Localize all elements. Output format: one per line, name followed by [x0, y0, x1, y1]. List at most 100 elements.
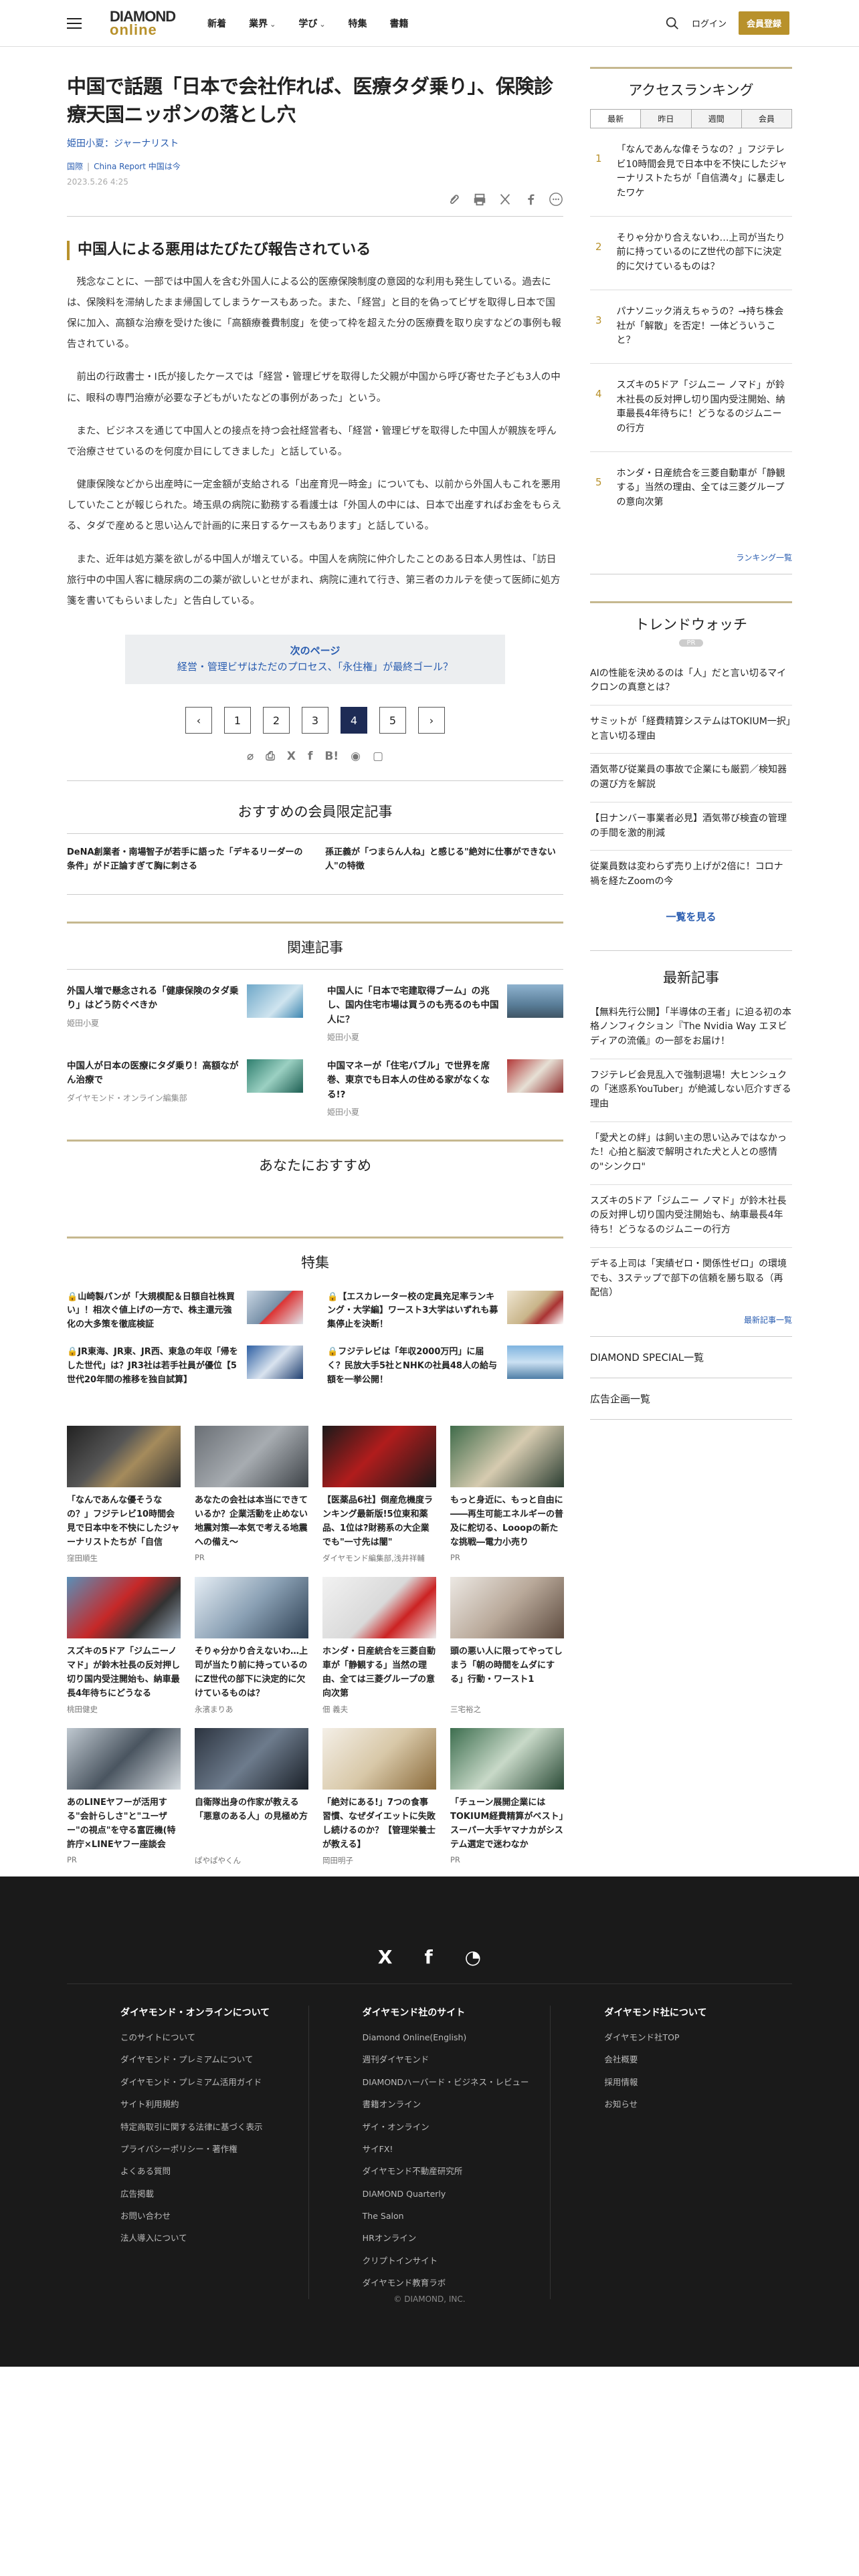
menu-icon[interactable]: [67, 17, 82, 29]
nav-books[interactable]: 書籍: [390, 17, 409, 30]
footer-link[interactable]: Diamond Online(English): [363, 2031, 551, 2044]
line-icon[interactable]: ◉: [351, 750, 361, 763]
register-button[interactable]: 会員登録: [738, 11, 789, 35]
ad-list-link[interactable]: 広告企画一覧: [590, 1378, 792, 1420]
footer-link[interactable]: このサイトについて: [120, 2031, 308, 2044]
trend-item[interactable]: 【日ナンバー事業者必見】酒気帯び検査の管理の手間を激的削減: [590, 802, 792, 851]
x-icon[interactable]: X: [287, 750, 296, 763]
footer-link[interactable]: The Salon: [363, 2210, 551, 2222]
facebook-icon[interactable]: f: [308, 750, 312, 763]
footer-link[interactable]: HRオンライン: [363, 2232, 551, 2244]
footer-link[interactable]: プライバシーポリシー・著作権: [120, 2143, 308, 2155]
footer-link[interactable]: DIAMOND Quarterly: [363, 2187, 551, 2200]
recommend-card[interactable]: 「チューン展開企業には TOKIUM経費精算がベスト」スーパー大手ヤマナカがシス…: [450, 1728, 564, 1866]
footer-link[interactable]: ザイ・オンライン: [363, 2121, 551, 2133]
footer-link[interactable]: お知らせ: [604, 2098, 792, 2111]
related-item[interactable]: 中国マネーが「住宅バブル」で世界を席巻、東京でも日本人の住める家がなくなる!? 姫…: [327, 1059, 563, 1119]
recommend-card[interactable]: 「なんであんな優そうなの？」フジテレビ10時間会見で日本中を不快にしたジャーナリ…: [67, 1426, 181, 1564]
page-3-button[interactable]: 3: [302, 707, 328, 734]
nav-industry[interactable]: 業界: [249, 17, 276, 30]
ranking-item[interactable]: 1 「なんであんな偉そうなの？」フジテレビ10時間会見で日本中を不快にしたジャーナ…: [590, 128, 792, 217]
nav-new[interactable]: 新着: [207, 17, 226, 30]
feature-item[interactable]: 🔒JR東海、JR東、JR西、東急の年収「帰をした世代」は？JR3社は若手社員が優…: [67, 1346, 303, 1387]
login-link[interactable]: ログイン: [692, 17, 727, 29]
tab-weekly[interactable]: 週間: [690, 110, 741, 128]
recommend-card[interactable]: 自衛隊出身の作家が教える「悪意のある人」の見極め方 ぱやぱやくん: [195, 1728, 308, 1866]
footer-link[interactable]: お問い合わせ: [120, 2210, 308, 2222]
members-item[interactable]: 孫正義が「つまらん人ね」と感じる"絶対に仕事ができない人"の特徴: [325, 846, 563, 874]
hatena-icon[interactable]: B!: [324, 750, 339, 763]
ranking-item[interactable]: 2 そりゃ分かり合えないわ…上司が当たり前に持っているのにZ世代の部下に決定的に欠…: [590, 217, 792, 290]
news-more-link[interactable]: 最新記事一覧: [590, 1314, 792, 1337]
facebook-icon[interactable]: [523, 192, 538, 207]
page-4-current[interactable]: 4: [341, 707, 367, 734]
feature-item[interactable]: 🔒フジテレビは「年収2000万円」に届く？民放大手5社とNHKの社員48人の給与…: [327, 1346, 563, 1387]
related-item[interactable]: 中国人が日本の医療にタダ乗り！高額ながん治療で ダイヤモンド・オンライン編集部: [67, 1059, 303, 1119]
prev-page-button[interactable]: ‹: [185, 707, 212, 734]
recommend-card[interactable]: ホンダ・日産統合を三菱自動車が「静観する」当然の理由、全ては三菱グループの意向次…: [322, 1577, 436, 1715]
news-item[interactable]: デキる上司は「実績ゼロ・関係性ゼロ」の環境でも、3ステップで部下の信頼を勝ち取る…: [590, 1248, 792, 1310]
footer-link[interactable]: よくある質問: [120, 2165, 308, 2177]
footer-link[interactable]: クリプトインサイト: [363, 2254, 551, 2267]
facebook-icon[interactable]: f: [424, 1946, 432, 1968]
article-author[interactable]: 姫田小夏：ジャーナリスト: [67, 136, 563, 150]
footer-link[interactable]: サイト利用規約: [120, 2098, 308, 2111]
recommend-card[interactable]: スズキの5ドア「ジムニーノマド」が鈴木社長の反対押し切り国内受注開始も、納車最長…: [67, 1577, 181, 1715]
feature-item[interactable]: 🔒山崎製パンが「大規模配＆日額自社株買い」！相次ぐ値上げの一方で、株主還元強化の…: [67, 1290, 303, 1332]
nav-features[interactable]: 特集: [349, 17, 367, 30]
clip-icon[interactable]: ⌀: [247, 750, 254, 763]
footer-link[interactable]: 週刊ダイヤモンド: [363, 2053, 551, 2066]
feature-item[interactable]: 🔒【エスカレーター校の定員充足率ランキング・大学編】ワースト3大学はいずれも募集…: [327, 1290, 563, 1332]
footer-link[interactable]: 特定商取引に関する法律に基づく表示: [120, 2121, 308, 2133]
recommend-card[interactable]: 頭の悪い人に限ってやってしまう「朝の時間をムダにする」行動・ワースト1 三宅裕之: [450, 1577, 564, 1715]
ranking-item[interactable]: 4 スズキの5ドア「ジムニー ノマド」が鈴木社長の反対押し切り国内受注開始、納車最…: [590, 364, 792, 452]
footer-link[interactable]: ダイヤモンド社TOP: [604, 2031, 792, 2044]
rss-icon[interactable]: ◔: [465, 1946, 481, 1968]
news-item[interactable]: 【無料先行公開】「半導体の王者」に迫る初の本格ノンフィクション『The Nvid…: [590, 996, 792, 1059]
news-item[interactable]: 「愛犬との絆」は飼い主の思い込みではなかった！心拍と脳波で解明された犬と人との感…: [590, 1122, 792, 1185]
recommend-card[interactable]: もっと身近に、もっと自由に――再生可能エネルギーの普及に舵切る、Looopの新た…: [450, 1426, 564, 1564]
x-icon[interactable]: X: [378, 1946, 393, 1968]
news-item[interactable]: フジテレビ会見乱入で強制退場！大ヒンシュクの「迷惑系YouTuber」が絶滅しな…: [590, 1059, 792, 1122]
footer-link[interactable]: 書籍オンライン: [363, 2098, 551, 2111]
nav-learn[interactable]: 学び: [298, 17, 325, 30]
footer-link[interactable]: 会社概要: [604, 2053, 792, 2066]
print-icon[interactable]: [472, 192, 487, 207]
footer-link[interactable]: ダイヤモンド・プレミアム活用ガイド: [120, 2076, 308, 2088]
tab-latest[interactable]: 最新: [591, 110, 641, 128]
recommend-card[interactable]: そりゃ分かり合えないわ…上司が当たり前に持っているのにZ世代の部下に決定的に欠け…: [195, 1577, 308, 1715]
next-page-box[interactable]: 次のページ 経営・管理ビザはただのプロセス、「永住権」が最終ゴール？: [125, 635, 505, 685]
page-2-button[interactable]: 2: [263, 707, 290, 734]
trend-more-link[interactable]: 一覧を見る: [590, 909, 792, 951]
news-item[interactable]: スズキの5ドア「ジムニー ノマド」が鈴木社長の反対押し切り国内受注開始も、納車最…: [590, 1185, 792, 1248]
search-icon[interactable]: [665, 16, 680, 31]
page-1-button[interactable]: 1: [224, 707, 251, 734]
ranking-item[interactable]: 3 パナソニック消えちゃうの？→持ち株会社が「解散」を否定！一体どういうこと？: [590, 290, 792, 364]
footer-link[interactable]: 採用情報: [604, 2076, 792, 2088]
footer-link[interactable]: サイFX!: [363, 2143, 551, 2155]
ranking-more-link[interactable]: ランキング一覧: [590, 552, 792, 574]
page-5-button[interactable]: 5: [379, 707, 406, 734]
more-icon[interactable]: [549, 192, 563, 207]
members-item[interactable]: DeNA創業者・南場智子が若手に語った「デキるリーダーの条件」がド正論すぎて胸に…: [67, 846, 305, 874]
recommend-card[interactable]: 「絶対にある!」7つの食事習慣、なぜダイエットに失敗し続けるのか？【管理栄養士が…: [322, 1728, 436, 1866]
recommend-card[interactable]: あなたの会社は本当にできているか？企業活動を止めない地震対策―本気で考える地震へ…: [195, 1426, 308, 1564]
trend-item[interactable]: 酒気帯び従業員の事故で企業にも厳罰／検知器の選び方を解説: [590, 754, 792, 802]
footer-link[interactable]: ダイヤモンド・プレミアムについて: [120, 2053, 308, 2066]
print-icon[interactable]: ⎙: [266, 750, 275, 763]
footer-link[interactable]: 法人導入について: [120, 2232, 308, 2244]
recommend-card[interactable]: 【医薬品6社】倒産危機度ランキング最新版!5位東和薬品、1位は?財務系の大企業で…: [322, 1426, 436, 1564]
tab-yesterday[interactable]: 昨日: [640, 110, 691, 128]
special-list-link[interactable]: DIAMOND SPECIAL一覧: [590, 1337, 792, 1378]
trend-item[interactable]: AIの性能を決めるのは「人」だと言い切るマイクロンの真意とは？: [590, 657, 792, 706]
next-page-button[interactable]: ›: [418, 707, 445, 734]
series-link[interactable]: China Report 中国は今: [94, 162, 181, 171]
footer-link[interactable]: DIAMONDハーバード・ビジネス・レビュー: [363, 2076, 551, 2088]
recommend-card[interactable]: あのLINEヤフーが活用する"会計らしさ"と"ユーザー"の視点"を守る富匠機(特…: [67, 1728, 181, 1866]
trend-item[interactable]: サミットが「経費精算システムはTOKIUM一択」と言い切る理由: [590, 706, 792, 754]
trend-item[interactable]: 従業員数は変わらず売り上げが2倍に！コロナ禍を経たZoomの今: [590, 851, 792, 898]
footer-link[interactable]: ダイヤモンド教育ラボ: [363, 2276, 551, 2289]
footer-link[interactable]: 広告掲載: [120, 2187, 308, 2200]
pocket-icon[interactable]: ▢: [373, 750, 383, 763]
ranking-item[interactable]: 5 ホンダ・日産統合を三菱自動車が「静観する」当然の理由、全ては三菱グループの意向…: [590, 452, 792, 525]
